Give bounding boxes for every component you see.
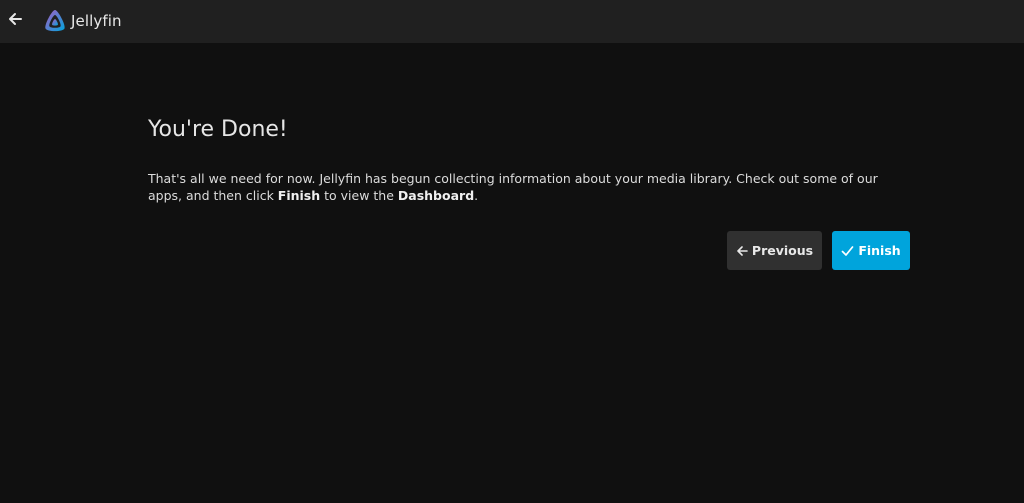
check-icon [841, 245, 854, 256]
finish-button-label: Finish [858, 243, 901, 258]
app-name: Jellyfin [71, 12, 122, 30]
arrow-left-icon [9, 13, 22, 25]
previous-button[interactable]: Previous [727, 231, 822, 270]
page-description: That's all we need for now. Jellyfin has… [148, 170, 910, 204]
description-dashboard-emphasis: Dashboard [397, 188, 475, 203]
wizard-finish-page: You're Done! That's all we need for now.… [148, 115, 910, 270]
top-bar: Jellyfin [0, 0, 1024, 43]
description-text-2: to view the [320, 188, 398, 203]
jellyfin-logo-icon [45, 10, 65, 32]
back-button[interactable] [0, 4, 30, 34]
description-text: That's all we need for now. Jellyfin has… [148, 171, 878, 203]
previous-button-label: Previous [751, 243, 814, 258]
finish-button[interactable]: Finish [832, 231, 910, 270]
page-title: You're Done! [148, 117, 288, 142]
description-text-3: . [474, 188, 479, 203]
arrow-left-icon [737, 245, 748, 256]
brand[interactable]: Jellyfin [42, 8, 122, 34]
description-finish-emphasis: Finish [277, 188, 321, 203]
wizard-actions: Previous Finish [727, 231, 910, 270]
